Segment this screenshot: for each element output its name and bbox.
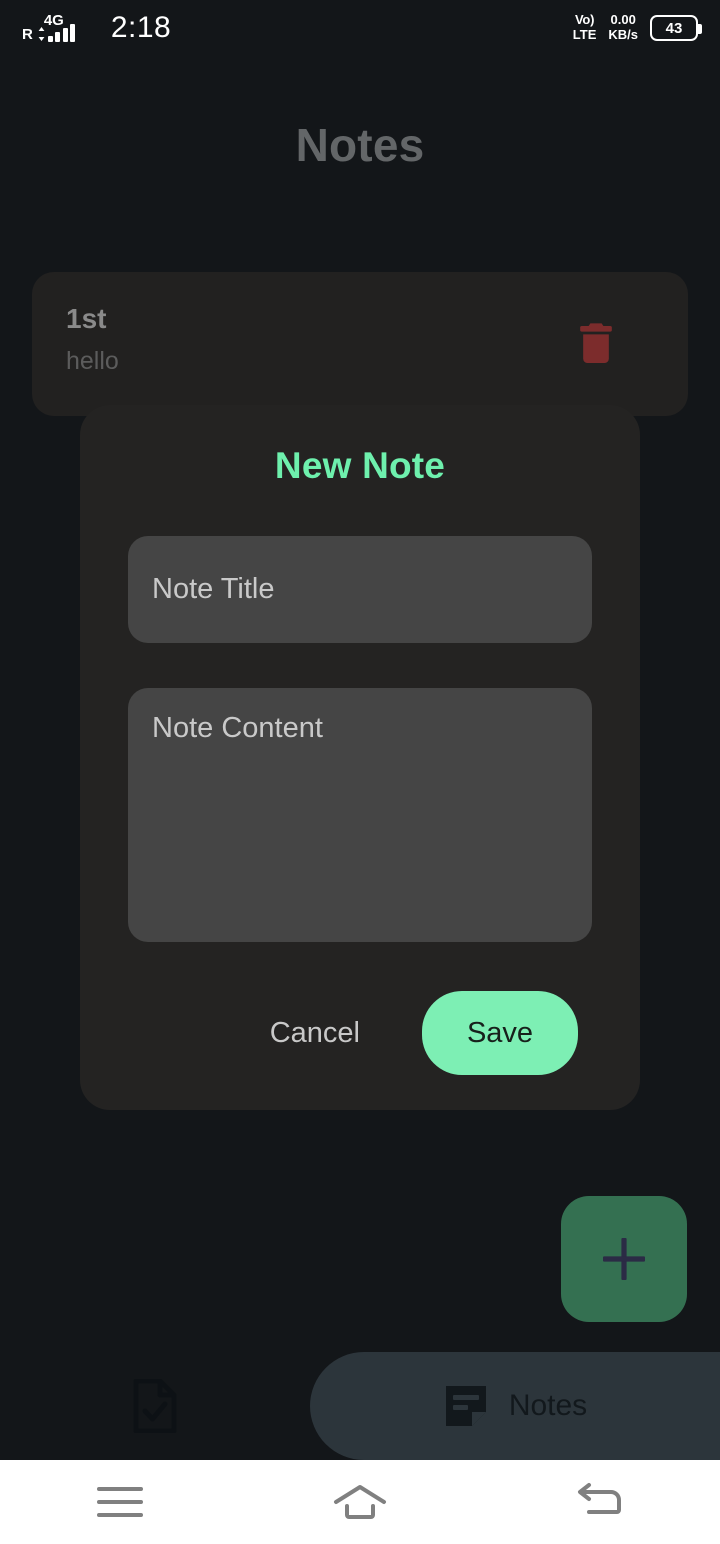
status-bar-left: R 4G 2:18	[22, 13, 171, 43]
data-transfer-arrows-icon	[38, 27, 45, 41]
roaming-indicator: R	[22, 26, 33, 43]
note-card[interactable]: 1st hello	[32, 272, 688, 416]
note-card-title: 1st	[66, 303, 107, 334]
volte-line-one: Vo)	[575, 12, 595, 28]
save-button[interactable]: Save	[422, 991, 578, 1075]
dialog-actions: Cancel Save	[128, 991, 592, 1075]
notes-list: 1st hello	[32, 272, 688, 416]
recents-button[interactable]	[60, 1460, 180, 1544]
nav-item-notes[interactable]: Notes	[310, 1352, 720, 1460]
system-navigation-bar	[0, 1460, 720, 1544]
note-icon	[445, 1386, 486, 1426]
volte-indicator: Vo) LTE	[573, 13, 597, 42]
signal-bars-icon	[47, 24, 76, 42]
document-check-icon	[133, 1379, 177, 1433]
bottom-navigation: Notes	[0, 1352, 720, 1460]
home-icon	[334, 1485, 386, 1519]
trash-icon[interactable]	[576, 322, 616, 366]
volte-line-two: LTE	[572, 27, 597, 42]
home-button[interactable]	[300, 1460, 420, 1544]
note-title-input[interactable]	[128, 536, 592, 643]
new-note-dialog: New Note Cancel Save	[80, 405, 640, 1110]
cancel-button[interactable]: Cancel	[264, 1007, 366, 1060]
battery-percent-label: 43	[665, 19, 683, 37]
data-rate-unit: KB/s	[608, 27, 638, 42]
phone-screen: R 4G 2:18 Vo) LTE 0.00 KB/s 43 Notes 1st…	[0, 0, 720, 1544]
dialog-title: New Note	[274, 445, 446, 486]
data-rate-value: 0.00	[610, 12, 636, 28]
hamburger-icon	[97, 1487, 143, 1517]
page-title: Notes	[295, 119, 425, 171]
back-button[interactable]	[540, 1460, 660, 1544]
plus-icon	[603, 1238, 645, 1280]
status-bar: R 4G 2:18 Vo) LTE 0.00 KB/s 43	[0, 0, 720, 56]
note-content-input[interactable]	[128, 688, 592, 942]
clock: 2:18	[110, 11, 172, 44]
battery-indicator: 43	[650, 15, 702, 41]
signal-indicator: 4G	[37, 13, 101, 43]
nav-item-tasks[interactable]	[0, 1352, 310, 1460]
add-note-fab[interactable]	[561, 1196, 687, 1322]
back-arrow-icon	[578, 1483, 621, 1514]
data-rate-indicator: 0.00 KB/s	[608, 13, 638, 42]
note-card-content: hello	[66, 346, 119, 375]
nav-item-notes-label: Notes	[508, 1389, 588, 1422]
status-bar-right: Vo) LTE 0.00 KB/s 43	[573, 13, 702, 42]
